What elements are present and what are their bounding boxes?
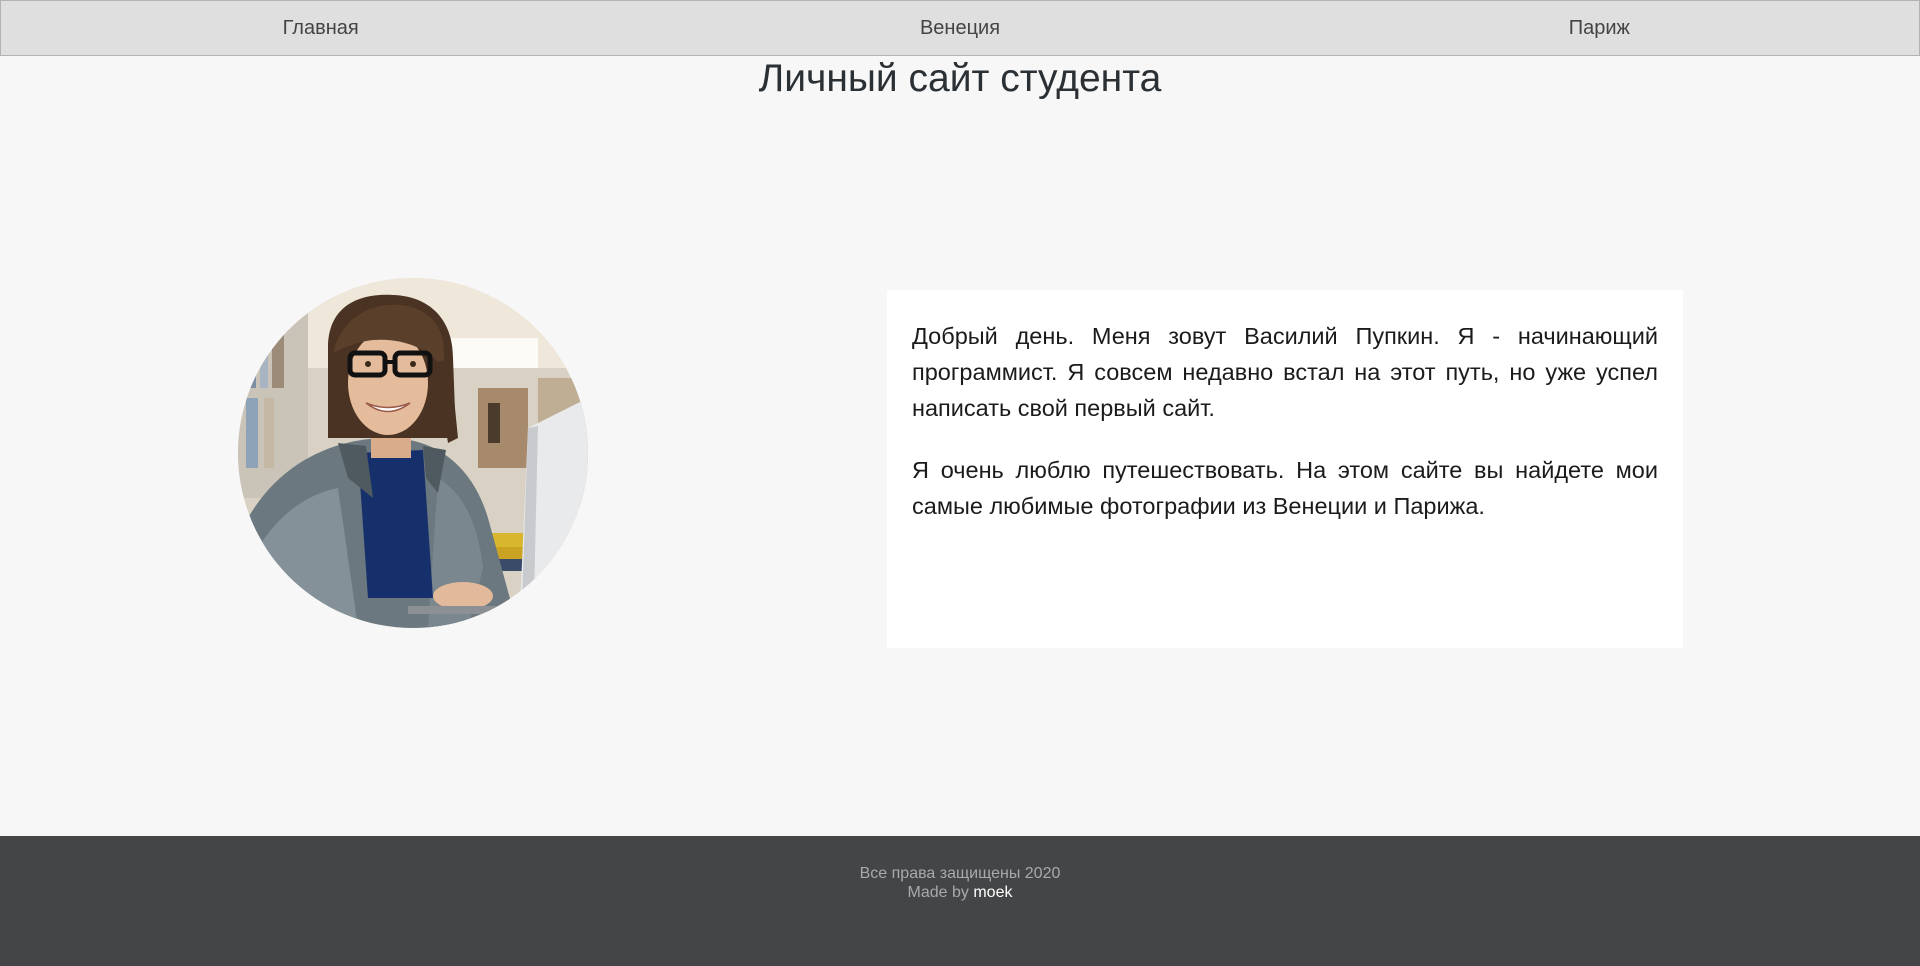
footer-copyright: Все права защищены 2020 <box>859 865 1061 882</box>
nav-item-venice[interactable]: Венеция <box>640 17 1279 40</box>
intro-card: Добрый день. Меня зовут Василий Пупкин. … <box>887 290 1683 648</box>
student-photo-icon <box>238 278 588 628</box>
page-title: Личный сайт студента <box>758 57 1162 100</box>
avatar <box>238 278 588 628</box>
made-by-label: Made by <box>907 884 969 901</box>
intro-paragraph-2: Я очень люблю путешествовать. На этом са… <box>912 457 1658 519</box>
intro-paragraph-1: Добрый день. Меня зовут Василий Пупкин. … <box>912 323 1658 421</box>
nav-item-paris[interactable]: Париж <box>1280 17 1919 40</box>
footer: Все права защищены 2020 Made by moek <box>0 836 1920 966</box>
nav-item-home[interactable]: Главная <box>1 17 640 40</box>
top-nav: Главная Венеция Париж <box>0 0 1920 56</box>
footer-made-by: Made by moek <box>0 883 1920 902</box>
author-link[interactable]: moek <box>973 884 1012 901</box>
page: Главная Венеция Париж Личный сайт студен… <box>0 0 1920 966</box>
